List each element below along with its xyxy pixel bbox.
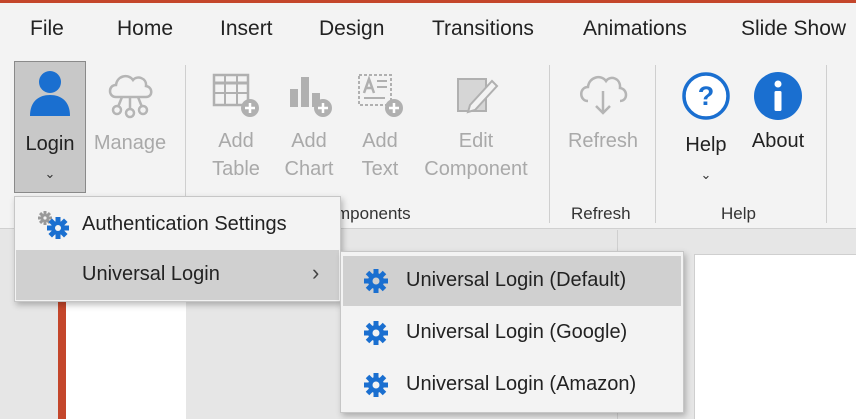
help-label: Help: [685, 134, 727, 156]
gear-icon: [364, 373, 388, 397]
menu-item-universal-login[interactable]: Universal Login ›: [16, 250, 339, 300]
ribbon-separator: [549, 65, 550, 223]
add-table-label-2: Table: [212, 158, 260, 180]
refresh-label: Refresh: [567, 130, 639, 152]
chevron-down-icon: ⌄: [44, 166, 56, 181]
tab-transitions[interactable]: Transitions: [432, 17, 534, 41]
slide-canvas[interactable]: [694, 254, 856, 419]
edit-component-label-2: Component: [424, 158, 528, 180]
add-text-label-1: Add: [362, 130, 398, 152]
edit-icon: [457, 78, 499, 114]
question-circle-icon: ?: [682, 72, 730, 120]
submenu-item-label: Universal Login (Amazon): [406, 373, 637, 395]
slide-thumbnail-border: [58, 300, 66, 419]
login-button[interactable]: Login ⌄: [14, 61, 86, 193]
about-label: About: [751, 130, 805, 152]
group-label-refresh: Refresh: [571, 204, 631, 223]
tab-file[interactable]: File: [30, 17, 64, 41]
add-text-label-2: Text: [361, 158, 399, 180]
refresh-button[interactable]: Refresh: [560, 61, 646, 161]
ribbon-tabs: File Home Insert Design Transitions Anim…: [0, 3, 856, 59]
universal-login-submenu: Universal Login (Default) Universal Logi…: [340, 251, 684, 413]
add-chart-button[interactable]: Add Chart: [278, 61, 340, 185]
login-label: Login: [25, 133, 75, 155]
add-table-label-1: Add: [218, 130, 254, 152]
ribbon-separator: [655, 65, 656, 223]
tab-home[interactable]: Home: [117, 17, 173, 41]
info-circle-icon: [754, 72, 802, 120]
tab-insert[interactable]: Insert: [220, 17, 273, 41]
add-text-button[interactable]: Add Text: [349, 61, 411, 185]
menu-item-label: Authentication Settings: [82, 213, 287, 235]
submenu-item-universal-login-amazon[interactable]: Universal Login (Amazon): [343, 360, 681, 410]
menu-item-authentication-settings[interactable]: Authentication Settings: [16, 200, 339, 250]
group-label-help: Help: [721, 204, 756, 223]
tab-animations[interactable]: Animations: [583, 17, 687, 41]
ribbon-separator: [826, 65, 827, 223]
cloud-download-icon: [580, 75, 628, 115]
user-icon: [30, 71, 70, 116]
add-table-button[interactable]: Add Table: [205, 61, 267, 185]
submenu-item-universal-login-google[interactable]: Universal Login (Google): [343, 308, 681, 358]
gear-icon: [364, 269, 388, 293]
tab-slide-show[interactable]: Slide Show: [741, 17, 846, 41]
login-dropdown-menu: Authentication Settings Universal Login …: [14, 196, 341, 302]
chevron-down-icon: ⌄: [700, 167, 712, 182]
edit-component-label-1: Edit: [458, 130, 494, 152]
manage-label: Manage: [93, 132, 167, 154]
gears-icon: [38, 211, 69, 239]
svg-text:?: ?: [698, 81, 715, 111]
menu-item-label: Universal Login: [82, 263, 220, 285]
add-chart-label-2: Chart: [284, 158, 334, 180]
about-button[interactable]: About: [744, 61, 812, 161]
submenu-item-label: Universal Login (Default): [406, 269, 627, 291]
gear-icon: [364, 321, 388, 345]
group-label-components: mponents: [336, 204, 411, 223]
help-button[interactable]: ? Help ⌄: [676, 61, 736, 185]
tab-design[interactable]: Design: [319, 17, 384, 41]
submenu-item-universal-login-default[interactable]: Universal Login (Default): [343, 256, 681, 306]
submenu-item-label: Universal Login (Google): [406, 321, 628, 343]
chart-add-icon: [290, 77, 332, 117]
text-add-icon: [358, 74, 403, 117]
slide-thumbnail[interactable]: [66, 300, 186, 419]
manage-button[interactable]: Manage: [90, 61, 170, 161]
add-chart-label-1: Add: [291, 130, 327, 152]
table-add-icon: [212, 73, 259, 117]
edit-component-button[interactable]: Edit Component: [418, 61, 534, 185]
cloud-network-icon: [108, 74, 153, 119]
chevron-right-icon: ›: [312, 260, 320, 285]
